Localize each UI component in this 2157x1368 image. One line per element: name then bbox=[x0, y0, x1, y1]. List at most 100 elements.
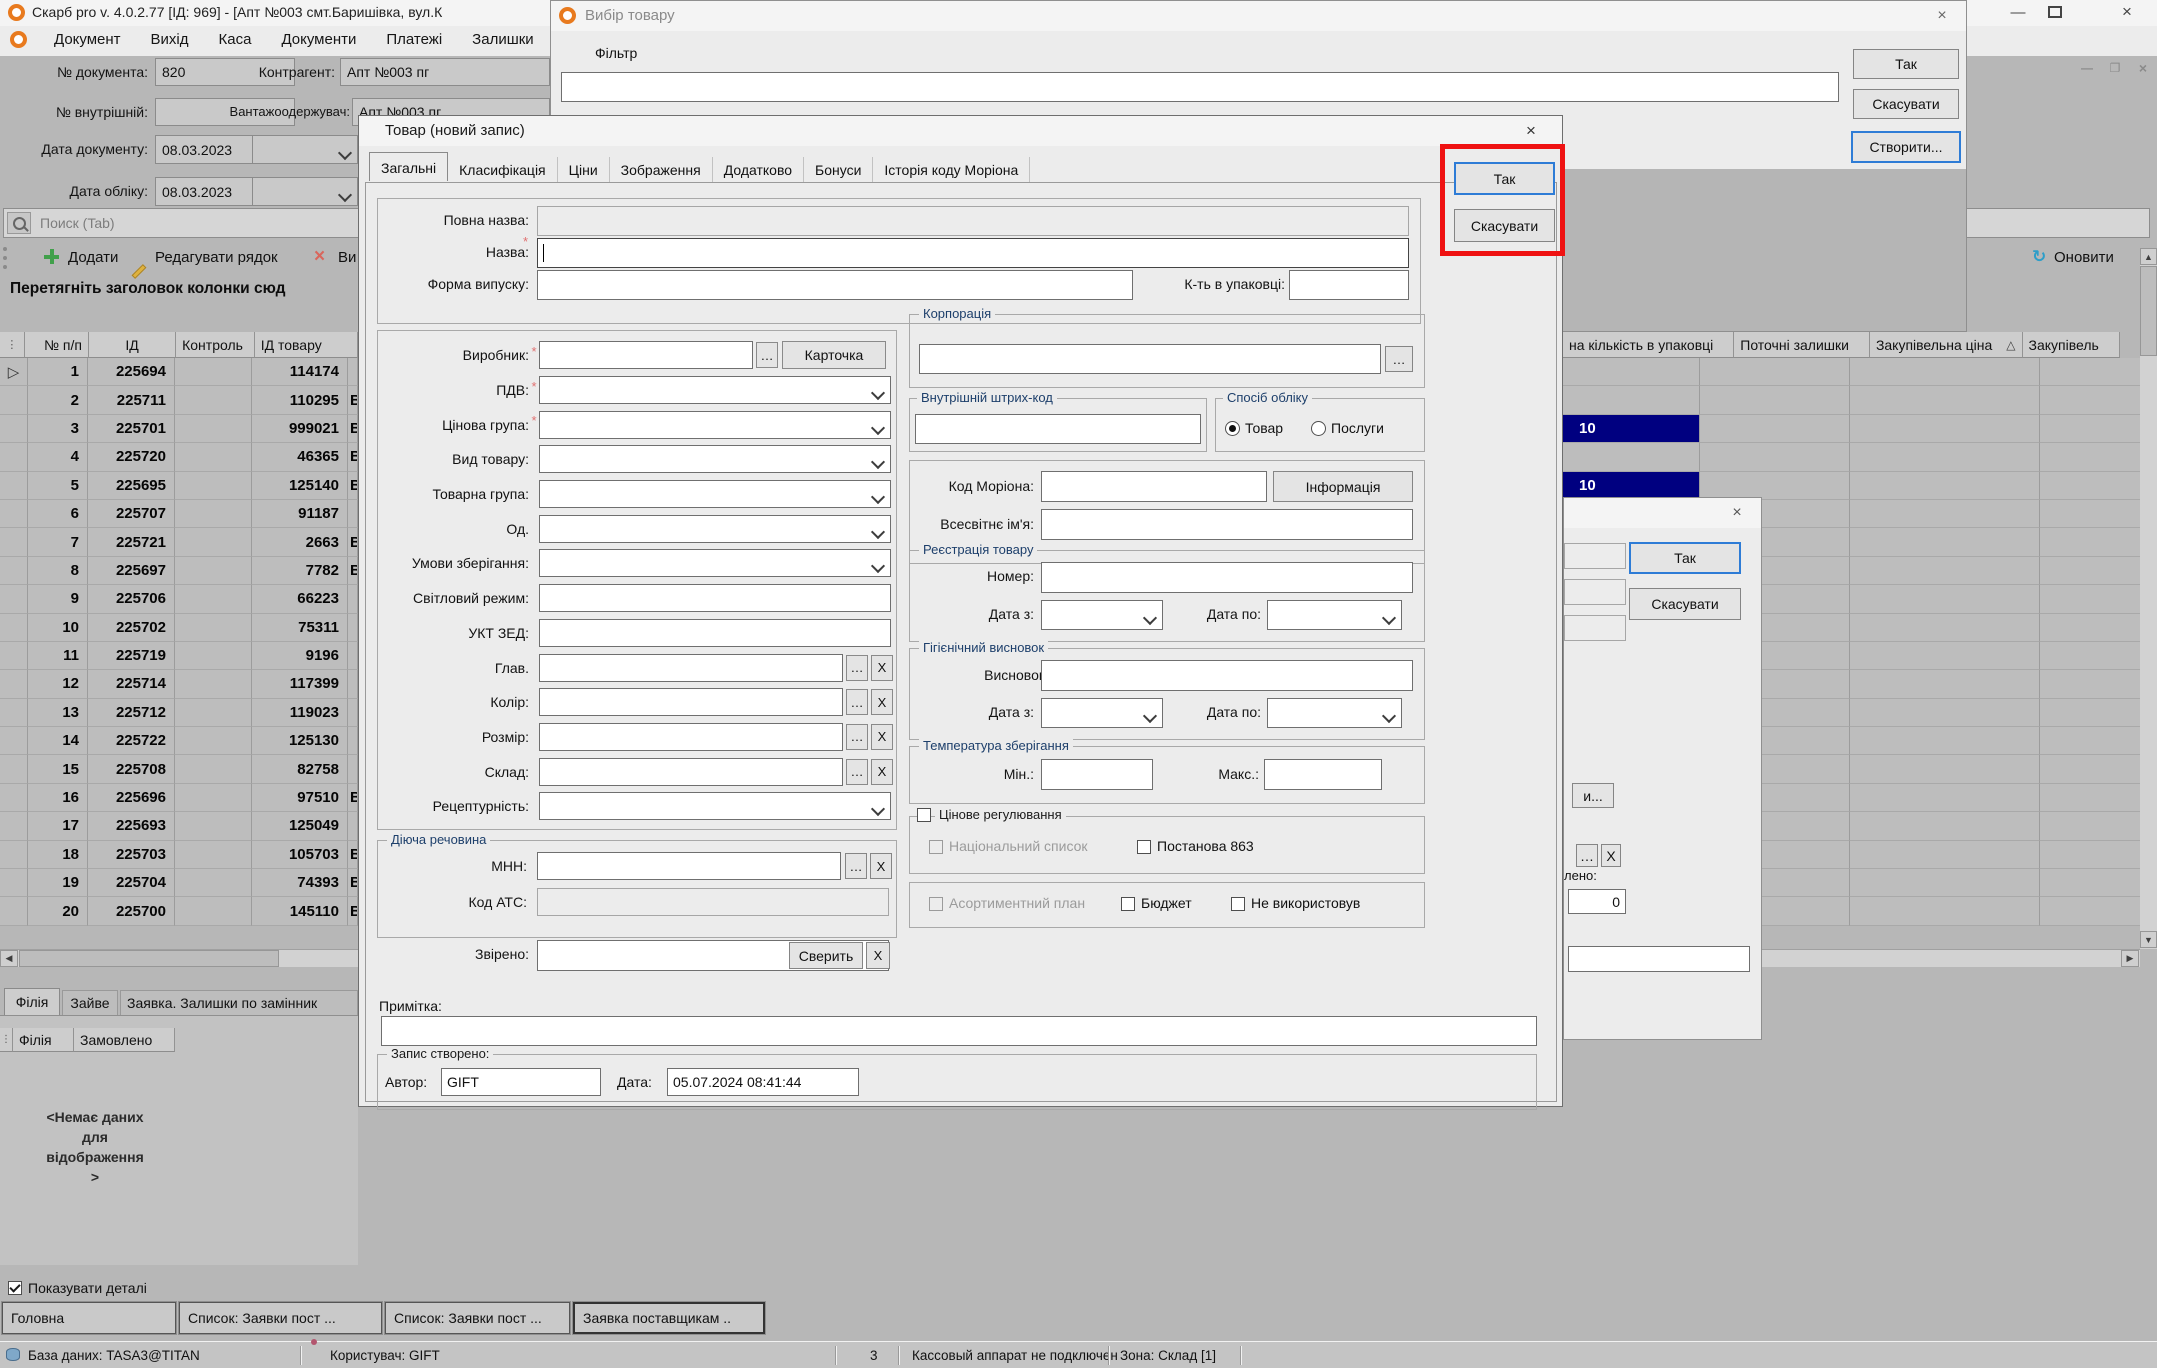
side-clear-button[interactable]: X bbox=[1601, 844, 1621, 867]
name-field[interactable] bbox=[537, 238, 1409, 268]
side-ellipsis-button[interactable]: … bbox=[1576, 844, 1598, 867]
window-tab-list-2[interactable]: Список: Заявки пост ... bbox=[385, 1302, 570, 1334]
table-row[interactable]: 2 225711 110295 Ві bbox=[0, 386, 358, 414]
field-input[interactable] bbox=[539, 445, 891, 473]
pack-qty-field[interactable] bbox=[1289, 270, 1409, 300]
window-tab-zayavka-active[interactable]: Заявка поставщикам .. bbox=[573, 1302, 765, 1334]
table-row[interactable]: 9 225706 66223 bbox=[0, 585, 358, 613]
side-window-close-icon[interactable]: × bbox=[1724, 502, 1750, 524]
verify-button[interactable]: Сверить bbox=[789, 942, 863, 969]
field-input[interactable] bbox=[539, 376, 891, 404]
maximize-button[interactable] bbox=[2042, 2, 2068, 22]
full-name-field[interactable] bbox=[537, 206, 1409, 236]
column-header[interactable]: Поточні залишки bbox=[1734, 332, 1870, 358]
registration-number-field[interactable] bbox=[1041, 562, 1413, 593]
mnn-field[interactable] bbox=[537, 852, 841, 880]
grid-header-filiya[interactable]: Філія bbox=[13, 1028, 74, 1052]
side-cancel-button[interactable]: Скасувати bbox=[1629, 588, 1741, 620]
clear-button[interactable]: X bbox=[871, 724, 893, 750]
scroll-right-icon[interactable]: ▶ bbox=[2121, 950, 2139, 967]
corporation-field[interactable] bbox=[919, 344, 1381, 374]
created-date-field[interactable]: 05.07.2024 08:41:44 bbox=[667, 1068, 859, 1096]
table-row-right[interactable] bbox=[1563, 386, 2140, 414]
clear-button[interactable]: X bbox=[871, 689, 893, 715]
column-header[interactable]: Закупівель bbox=[2023, 332, 2120, 358]
mnn-clear-button[interactable]: X bbox=[870, 853, 892, 879]
world-name-field[interactable] bbox=[1041, 509, 1413, 540]
hygiene-conclusion-field[interactable] bbox=[1041, 660, 1413, 691]
price-regulation-checkbox[interactable] bbox=[917, 808, 931, 822]
hygiene-date-from-combo[interactable] bbox=[1041, 698, 1163, 728]
filter-input[interactable] bbox=[561, 72, 1839, 102]
refresh-button[interactable]: Оновити bbox=[2054, 249, 2114, 266]
side-ok-button[interactable]: Так bbox=[1629, 542, 1741, 574]
field-input[interactable] bbox=[539, 480, 891, 508]
column-header[interactable]: на кількість в упаковці bbox=[1563, 332, 1734, 358]
ellipsis-button[interactable]: … bbox=[846, 724, 868, 750]
table-row[interactable]: 12 225714 117399 bbox=[0, 670, 358, 698]
field-input[interactable] bbox=[539, 723, 843, 751]
side-value-field[interactable]: 0 bbox=[1568, 889, 1626, 914]
tab-tsiny[interactable]: Ціни bbox=[558, 157, 610, 183]
table-row-right[interactable] bbox=[1563, 358, 2140, 386]
column-header[interactable]: № п/п bbox=[25, 332, 89, 358]
scroll-down-icon[interactable]: ▼ bbox=[2140, 931, 2157, 948]
field-input[interactable] bbox=[539, 584, 891, 612]
ellipsis-button[interactable]: … bbox=[846, 655, 868, 681]
tab-istoriya[interactable]: Історія коду Моріона bbox=[873, 157, 1030, 183]
ellipsis-button[interactable]: … bbox=[756, 342, 778, 368]
select-dialog-close-icon[interactable]: × bbox=[1929, 5, 1955, 27]
field-input[interactable] bbox=[539, 758, 843, 786]
morion-info-button[interactable]: Інформація bbox=[1273, 471, 1413, 502]
side-button-fragment[interactable]: и... bbox=[1572, 783, 1614, 808]
price-combo-fragment[interactable] bbox=[252, 135, 358, 164]
edit-row-button[interactable]: Редагувати рядок bbox=[155, 249, 278, 266]
grid-header-zamovleno[interactable]: Замовлено bbox=[74, 1028, 175, 1052]
table-row[interactable]: 3 225701 999021 Ві bbox=[0, 415, 358, 443]
column-header[interactable]: ІД товару bbox=[255, 332, 358, 358]
mdi-restore-button[interactable]: ❐ bbox=[2106, 60, 2124, 76]
field-input[interactable] bbox=[539, 792, 891, 820]
table-row[interactable]: 11 225719 9196 bbox=[0, 642, 358, 670]
show-details-checkbox[interactable] bbox=[8, 1281, 22, 1295]
table-corner-grip[interactable]: ⋮ bbox=[0, 332, 25, 358]
scroll-left-icon[interactable]: ◀ bbox=[0, 950, 18, 967]
table-row[interactable]: 6 225707 91187 bbox=[0, 500, 358, 528]
registration-date-from-combo[interactable] bbox=[1041, 600, 1163, 630]
contractor-field[interactable]: Апт №003 пг bbox=[340, 58, 550, 86]
side-wide-field[interactable] bbox=[1568, 946, 1750, 972]
barcode-field[interactable] bbox=[915, 414, 1201, 444]
clear-button[interactable]: X bbox=[871, 655, 893, 681]
table-row[interactable]: 18 225703 105703 Ві bbox=[0, 841, 358, 869]
ellipsis-button[interactable]: … bbox=[846, 759, 868, 785]
tab-zagalni[interactable]: Загальні bbox=[369, 152, 448, 181]
corporation-ellipsis-button[interactable]: … bbox=[1385, 346, 1413, 372]
tab-zobrazhennya[interactable]: Зображення bbox=[610, 157, 713, 183]
window-tab-holovna[interactable]: Головна bbox=[2, 1302, 176, 1334]
hygiene-date-to-combo[interactable] bbox=[1267, 698, 1402, 728]
table-row[interactable]: 17 225693 125049 bbox=[0, 812, 358, 840]
add-button[interactable]: Додати bbox=[68, 249, 118, 266]
column-header[interactable]: Контроль bbox=[176, 332, 255, 358]
panel-tab-zayavka[interactable]: Заявка. Залишки по замінник bbox=[120, 990, 358, 1015]
window-tab-list-1[interactable]: Список: Заявки пост ... bbox=[179, 1302, 382, 1334]
delete-button-fragment[interactable]: Ви bbox=[338, 249, 358, 266]
table-row[interactable]: 13 225712 119023 bbox=[0, 699, 358, 727]
ellipsis-button[interactable]: … bbox=[846, 689, 868, 715]
mdi-minimize-button[interactable]: — bbox=[2078, 60, 2096, 76]
field-input[interactable] bbox=[539, 654, 843, 682]
close-button[interactable]: × bbox=[2112, 2, 2142, 22]
table-row[interactable]: 15 225708 82758 bbox=[0, 755, 358, 783]
table-row[interactable]: 10 225702 75311 bbox=[0, 614, 358, 642]
tab-dodatkovo[interactable]: Додатково bbox=[713, 157, 804, 183]
panel-tab-filiya[interactable]: Філія bbox=[4, 988, 60, 1015]
temperature-max-field[interactable] bbox=[1264, 759, 1382, 790]
note-field[interactable] bbox=[381, 1016, 1537, 1046]
menu-item[interactable]: Каса bbox=[217, 28, 254, 51]
select-cancel-button[interactable]: Скасувати bbox=[1853, 89, 1959, 119]
not-used-checkbox[interactable] bbox=[1231, 897, 1245, 911]
toolbar-grip[interactable] bbox=[3, 247, 7, 269]
registration-date-to-combo[interactable] bbox=[1267, 600, 1402, 630]
select-create-button[interactable]: Створити... bbox=[1851, 131, 1961, 163]
decree-863-checkbox[interactable] bbox=[1137, 840, 1151, 854]
